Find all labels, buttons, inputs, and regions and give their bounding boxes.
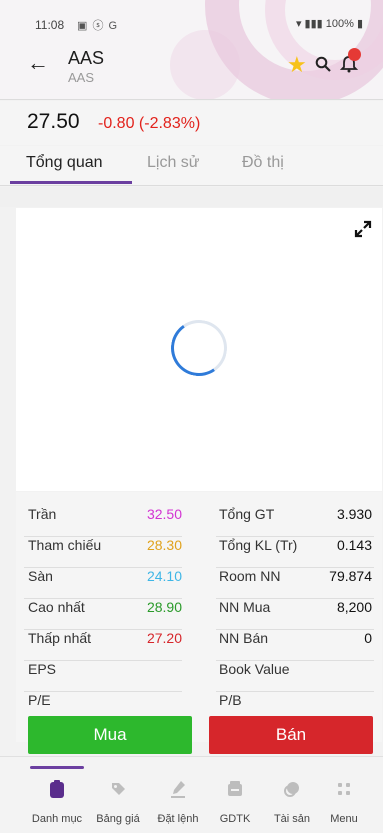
battery-icon: ▮ (353, 18, 363, 30)
stat-row: Trần 32.50 Tổng GT 3.930 (16, 506, 382, 538)
nav-label: Danh mục (31, 813, 83, 825)
grid-icon (338, 783, 350, 795)
sell-button[interactable]: Bán (209, 716, 373, 754)
stat-row: EPS Book Value (16, 661, 382, 693)
back-arrow-icon[interactable]: ← (27, 52, 49, 74)
stat-label: NN Bán (219, 630, 269, 646)
wallet-icon (228, 781, 242, 796)
stat-row: Tham chiếu 28.30 Tổng KL (Tr) 0.143 (16, 537, 382, 569)
coins-icon (284, 782, 299, 797)
status-right: ▾ ▮▮▮ 100% ▮ (296, 17, 363, 30)
price-change: -0.80 (-2.83%) (98, 115, 201, 132)
expand-icon[interactable] (354, 220, 372, 238)
current-price: 27.50 (27, 110, 80, 133)
buy-button[interactable]: Mua (28, 716, 192, 754)
status-bar: 11:08 ▣ ⓢ G ▾ ▮▮▮ 100% ▮ (0, 0, 383, 36)
status-time: 11:08 (35, 18, 65, 32)
stat-label: Room NN (219, 568, 281, 584)
stock-subtitle: AAS (68, 70, 95, 85)
stock-symbol: AAS (68, 48, 105, 68)
active-tab-indicator (10, 181, 132, 184)
stat-label: P/E (28, 692, 51, 708)
tab-overview[interactable]: Tổng quan (26, 154, 103, 172)
stat-label: Cao nhất (28, 599, 85, 615)
stat-value: 27.20 (146, 630, 182, 646)
stat-value: 79.874 (329, 568, 372, 584)
stat-row: Thấp nhất 27.20 NN Bán 0 (16, 630, 382, 662)
nav-item-portfolio[interactable]: Danh mục (22, 757, 92, 833)
stat-value: 0 (364, 630, 372, 646)
stat-label: Tổng KL (Tr) (219, 537, 298, 553)
tab-chart[interactable]: Đồ thị (242, 154, 284, 172)
stat-value: 28.30 (146, 537, 182, 553)
nav-item-menu[interactable]: Menu (309, 757, 379, 833)
pen-icon (171, 781, 185, 798)
chart-panel (16, 208, 382, 491)
stat-label: Sàn (28, 568, 53, 584)
favorite-star-icon[interactable]: ★ (287, 52, 307, 78)
stat-label: Trần (28, 506, 57, 522)
signal-icon: ▾ ▮▮▮ (295, 18, 326, 30)
nav-label: Menu (330, 813, 358, 825)
loading-spinner (166, 315, 232, 381)
tab-history[interactable]: Lịch sử (147, 154, 200, 172)
stat-value: 28.90 (146, 599, 182, 615)
header-decoration (170, 30, 240, 99)
stat-label: NN Mua (219, 599, 271, 615)
bottom-nav: Danh mục Bảng giá Đặt lệnh GDTK Tài sản (0, 756, 383, 833)
stat-label: Thấp nhất (28, 630, 92, 646)
stat-row: Cao nhất 28.90 NN Mua 8,200 (16, 599, 382, 631)
stat-label: P/B (219, 692, 242, 708)
stats-panel: Trần 32.50 Tổng GT 3.930 Tham chiếu 28.3… (16, 492, 382, 742)
app-header: 11:08 ▣ ⓢ G ▾ ▮▮▮ 100% ▮ ← AAS AAS ★ (0, 0, 383, 100)
stat-label: Tham chiếu (28, 537, 102, 553)
battery-level: 100% (325, 18, 354, 30)
stat-label: Book Value (219, 661, 290, 677)
stat-label: EPS (28, 661, 57, 677)
stat-value: 0.143 (336, 537, 372, 553)
notification-badge (348, 48, 361, 61)
clipboard-icon (50, 780, 64, 798)
search-icon[interactable] (315, 56, 331, 72)
section-gap (0, 187, 383, 207)
stat-row: Sàn 24.10 Room NN 79.874 (16, 568, 382, 600)
stat-value: 3.930 (336, 506, 372, 522)
tab-bar: Tổng quan Lịch sử Đồ thị (0, 146, 383, 186)
status-notification-icons: ▣ ⓢ G (77, 20, 119, 32)
stat-value: 8,200 (336, 599, 372, 615)
stat-value: 24.10 (146, 568, 182, 584)
stat-label: Tổng GT (219, 506, 275, 522)
tag-icon (112, 783, 125, 795)
stat-value: 32.50 (146, 506, 182, 522)
